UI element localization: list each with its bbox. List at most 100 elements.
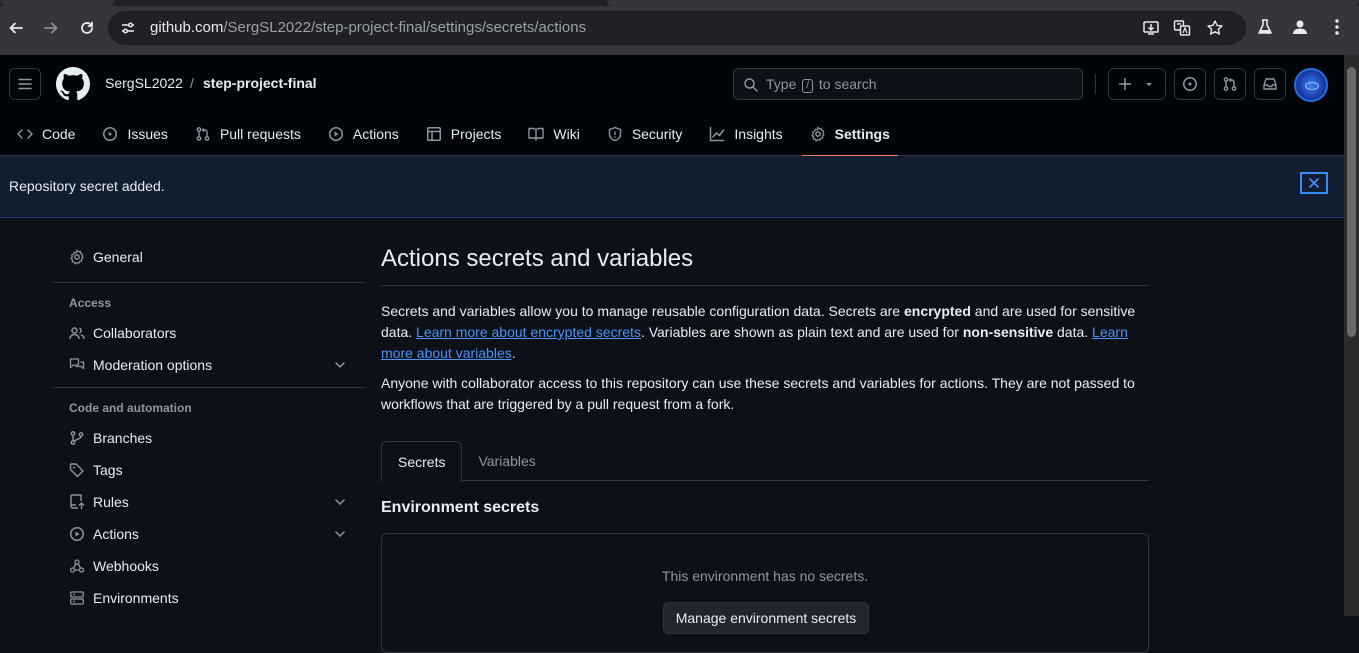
- sidebar-item-label: Branches: [93, 430, 153, 446]
- repo-name-link[interactable]: step-project-final: [203, 75, 317, 91]
- intro-text-4: data.: [1053, 324, 1093, 340]
- sidebar-item-webhooks[interactable]: Webhooks: [53, 550, 365, 582]
- sidebar-item-label: Rules: [93, 494, 129, 510]
- server-icon: [70, 591, 84, 605]
- tab-projects-label: Projects: [450, 126, 502, 142]
- tab-projects[interactable]: Projects: [418, 112, 510, 156]
- sidebar-heading-code-automation: Code and automation: [69, 401, 192, 415]
- shield-icon: [608, 126, 622, 142]
- scrollbar-thumb[interactable]: [1347, 67, 1356, 337]
- tab-edge-right: [607, 0, 1359, 6]
- create-new-button[interactable]: [1108, 68, 1166, 100]
- chevron-down-icon[interactable]: [333, 358, 347, 372]
- labs-flask-icon[interactable]: [1255, 17, 1275, 37]
- comment-discussion-icon: [69, 358, 85, 370]
- search-icon: [744, 78, 758, 92]
- back-button[interactable]: [2, 14, 30, 42]
- tab-edge-left: [0, 0, 114, 6]
- sidebar-item-general[interactable]: General: [53, 241, 365, 273]
- search-placeholder: Type / to search: [766, 76, 877, 93]
- url-path: /SergSL2022/step-project-final/settings/…: [223, 19, 587, 36]
- learn-more-secrets-link[interactable]: Learn more about encrypted secrets: [416, 324, 641, 340]
- sidebar-divider: [53, 282, 365, 283]
- manage-environment-secrets-button[interactable]: Manage environment secrets: [663, 602, 869, 634]
- graph-icon: [710, 126, 725, 142]
- triangle-down-icon: [1146, 83, 1152, 86]
- table-icon: [426, 127, 441, 141]
- plus-icon: [1118, 77, 1132, 91]
- book-icon: [528, 127, 545, 141]
- play-icon: [70, 527, 84, 541]
- tab-code-label: Code: [42, 126, 76, 142]
- kebab-menu-icon[interactable]: [1327, 17, 1347, 37]
- avatar[interactable]: [1294, 68, 1328, 102]
- tab-actions[interactable]: Actions: [320, 112, 407, 156]
- install-app-icon[interactable]: [1142, 19, 1160, 37]
- address-bar[interactable]: github.com/SergSL2022/step-project-final…: [108, 11, 1246, 45]
- site-settings-icon[interactable]: [120, 20, 136, 36]
- issues-button[interactable]: [1174, 68, 1206, 100]
- pull-requests-button[interactable]: [1214, 68, 1246, 100]
- tab-variables[interactable]: Variables: [462, 441, 551, 481]
- search-placeholder-suffix: to search: [818, 76, 877, 92]
- chevron-down-icon[interactable]: [333, 527, 347, 541]
- tab-security[interactable]: Security: [599, 112, 691, 156]
- tab-settings-label: Settings: [834, 126, 890, 142]
- tab-wiki[interactable]: Wiki: [520, 112, 587, 156]
- flash-banner: Repository secret added.: [0, 156, 1344, 218]
- git-pull-request-icon: [1223, 77, 1237, 91]
- url-host: github.com: [150, 19, 224, 36]
- sidebar-item-environments[interactable]: Environments: [53, 582, 365, 614]
- sidebar-item-actions[interactable]: Actions: [53, 518, 365, 550]
- github-logo-icon[interactable]: [56, 67, 90, 101]
- sidebar-item-tags[interactable]: Tags: [53, 454, 365, 486]
- chevron-down-icon[interactable]: [333, 495, 347, 509]
- intro-text-3: . Variables are shown as plain text and …: [640, 324, 963, 340]
- search-input[interactable]: Type / to search: [733, 68, 1083, 100]
- open-global-nav-button[interactable]: [9, 68, 41, 100]
- inbox-button[interactable]: [1254, 68, 1286, 100]
- sidebar-item-moderation-options[interactable]: Moderation options: [53, 349, 365, 381]
- reload-icon: [81, 21, 93, 34]
- url-text[interactable]: github.com/SergSL2022/step-project-final…: [150, 19, 586, 36]
- sidebar-item-label: Webhooks: [93, 558, 159, 574]
- tab-wiki-label: Wiki: [553, 126, 580, 142]
- git-pull-request-icon: [196, 127, 210, 141]
- intro-text-5: .: [511, 345, 516, 361]
- browser-toolbar: github.com/SergSL2022/step-project-final…: [0, 0, 1359, 55]
- page-scrollbar[interactable]: [1344, 55, 1359, 616]
- sidebar-item-branches[interactable]: Branches: [53, 422, 365, 454]
- issue-opened-icon: [1183, 77, 1197, 91]
- page-title: Actions secrets and variables: [381, 238, 1149, 286]
- flash-close-button[interactable]: [1300, 172, 1328, 194]
- tag-icon: [69, 463, 84, 478]
- tab-insights-label: Insights: [734, 126, 783, 142]
- repo-separator: /: [190, 75, 194, 91]
- reload-button[interactable]: [73, 14, 101, 42]
- sidebar-item-collaborators[interactable]: Collaborators: [53, 317, 365, 349]
- tab-settings[interactable]: Settings: [801, 112, 899, 157]
- forward-button[interactable]: [37, 14, 65, 42]
- tab-secrets[interactable]: Secrets: [381, 441, 463, 482]
- inbox-icon: [1263, 78, 1277, 90]
- header-divider: [1095, 74, 1096, 94]
- profile-icon[interactable]: [1290, 17, 1310, 37]
- sidebar-item-label: Moderation options: [93, 357, 213, 373]
- arrow-left-icon: [9, 22, 23, 34]
- intro-bold-encrypted: encrypted: [903, 303, 971, 319]
- intro-bold-non-sensitive: non-sensitive: [962, 324, 1054, 340]
- environment-secrets-heading: Environment secrets: [381, 499, 540, 516]
- repo-owner-link[interactable]: SergSL2022: [105, 75, 183, 91]
- intro-text-1: Secrets and variables allow you to manag…: [381, 303, 904, 319]
- tab-pull-requests[interactable]: Pull requests: [187, 112, 309, 156]
- sidebar-heading-access: Access: [69, 296, 112, 310]
- sidebar-item-label: Actions: [93, 526, 139, 542]
- tab-insights[interactable]: Insights: [701, 112, 790, 156]
- git-branch-icon: [70, 431, 84, 445]
- sidebar-item-rules[interactable]: Rules: [53, 486, 365, 518]
- bookmark-star-icon[interactable]: [1206, 19, 1224, 37]
- tab-code[interactable]: Code: [9, 112, 83, 156]
- gear-icon: [70, 249, 84, 265]
- tab-issues[interactable]: Issues: [94, 112, 175, 156]
- translate-icon[interactable]: [1173, 19, 1191, 37]
